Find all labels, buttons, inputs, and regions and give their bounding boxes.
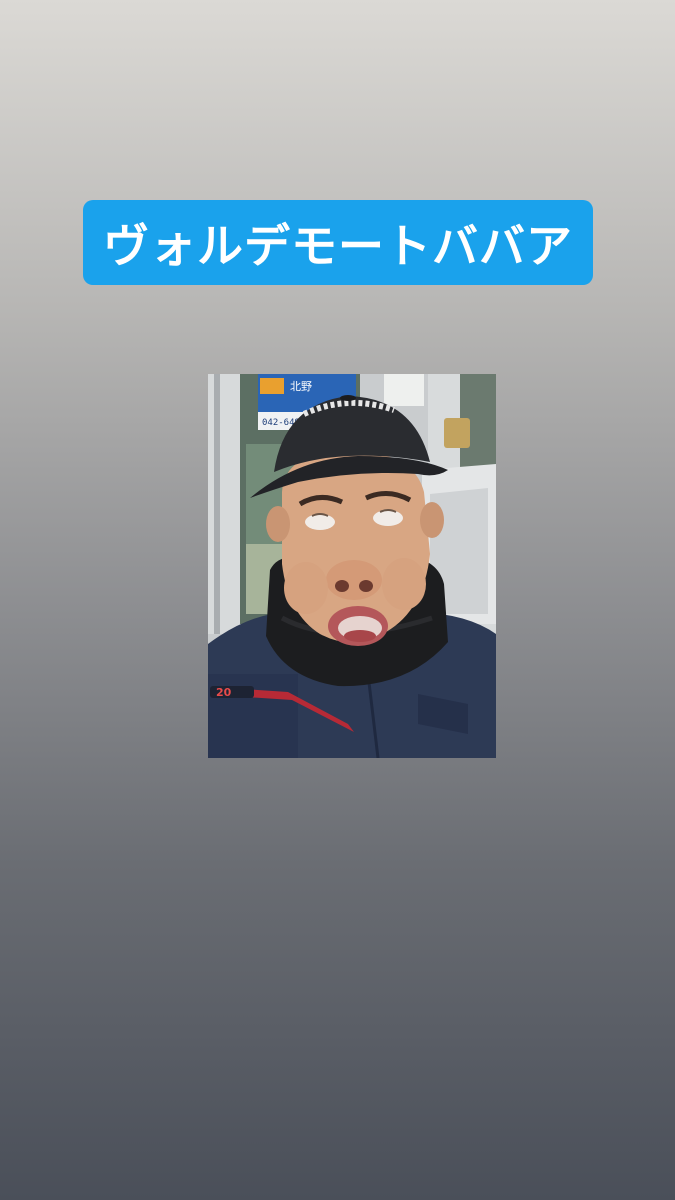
story-canvas: ヴォルデモートババア 北野 042-649 20 <box>0 0 675 1200</box>
selfie-illustration: 北野 042-649 20 <box>208 374 496 758</box>
caption-text: ヴォルデモートババア <box>103 218 573 273</box>
svg-text:北野: 北野 <box>290 380 312 393</box>
svg-text:20: 20 <box>216 686 232 699</box>
selfie-photo[interactable]: 北野 042-649 20 <box>208 374 496 758</box>
caption-sticker[interactable]: ヴォルデモートババア <box>83 200 593 285</box>
